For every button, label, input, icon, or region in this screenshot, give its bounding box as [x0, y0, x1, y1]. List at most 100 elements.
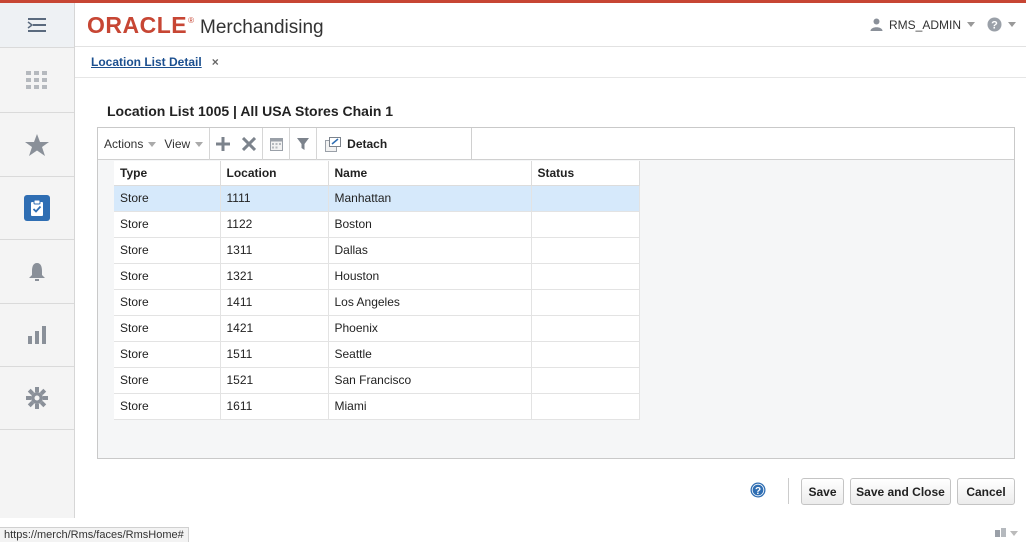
menu-icon — [27, 18, 46, 32]
table-row[interactable]: Store 1421 Phoenix — [114, 315, 640, 342]
rail-reports-button[interactable] — [0, 304, 74, 367]
cell-type[interactable]: Store — [114, 341, 221, 368]
cell-location[interactable]: 1521 — [220, 367, 329, 394]
cell-location[interactable]: 1411 — [220, 289, 329, 316]
browser-status-bar: https://merch/Rms/faces/RmsHome# — [0, 527, 1026, 542]
user-menu[interactable]: RMS_ADMIN — [889, 18, 961, 32]
cell-status[interactable] — [531, 289, 640, 316]
clipboard-check-icon — [31, 199, 43, 216]
table-row[interactable]: Store 1321 Houston — [114, 263, 640, 290]
cell-location[interactable]: 1511 — [220, 341, 329, 368]
cell-type[interactable]: Store — [114, 237, 221, 264]
status-caret-icon[interactable] — [1010, 531, 1018, 536]
cell-name[interactable]: Los Angeles — [328, 289, 532, 316]
app-header: ORACLE ® Merchandising RMS_ADMIN ? — [75, 3, 1026, 47]
cell-status[interactable] — [531, 263, 640, 290]
table-row[interactable]: Store 1511 Seattle — [114, 341, 640, 368]
cell-name[interactable]: Miami — [328, 393, 532, 420]
oracle-logo: ORACLE ® Merchandising — [87, 12, 324, 39]
cell-type[interactable]: Store — [114, 367, 221, 394]
column-header-location[interactable]: Location — [220, 161, 329, 186]
page-title: Location List 1005 | All USA Stores Chai… — [107, 103, 394, 119]
actions-menu-label[interactable]: Actions — [104, 137, 143, 151]
tab-location-list-detail[interactable]: Location List Detail × — [85, 52, 225, 76]
table-panel: Actions View Detach Type Location Name S… — [97, 127, 1015, 459]
cell-name[interactable]: Boston — [328, 211, 532, 238]
bar-chart-icon — [28, 326, 46, 344]
cell-status[interactable] — [531, 315, 640, 342]
cell-status[interactable] — [531, 393, 640, 420]
cell-status[interactable] — [531, 237, 640, 264]
delete-x-icon — [242, 137, 257, 151]
table-row[interactable]: Store 1521 San Francisco — [114, 367, 640, 394]
add-row-button[interactable] — [210, 128, 236, 160]
delete-row-button[interactable] — [236, 128, 262, 160]
table-header-row: Type Location Name Status — [114, 161, 640, 186]
save-button[interactable]: Save — [801, 478, 844, 505]
cell-name[interactable]: Seattle — [328, 341, 532, 368]
help-menu-icon[interactable]: ? — [987, 17, 1002, 32]
detach-icon — [325, 136, 342, 152]
cell-status[interactable] — [531, 211, 640, 238]
detach-label[interactable]: Detach — [347, 137, 387, 151]
table-row[interactable]: Store 1122 Boston — [114, 211, 640, 238]
cell-location[interactable]: 1311 — [220, 237, 329, 264]
cell-status[interactable] — [531, 367, 640, 394]
cell-type[interactable]: Store — [114, 185, 221, 212]
save-and-close-button[interactable]: Save and Close — [850, 478, 951, 505]
rail-tasks-button[interactable] — [0, 48, 74, 113]
user-menu-caret-icon[interactable] — [967, 22, 975, 27]
brand-name: ORACLE — [87, 12, 188, 38]
cell-location[interactable]: 1421 — [220, 315, 329, 342]
cell-type[interactable]: Store — [114, 263, 221, 290]
actions-menu[interactable]: Actions — [98, 128, 162, 160]
cell-location[interactable]: 1611 — [220, 393, 329, 420]
rail-menu-button[interactable] — [0, 3, 74, 48]
help-menu-caret-icon[interactable] — [1008, 22, 1016, 27]
rail-favorites-button[interactable] — [0, 113, 74, 177]
cell-status[interactable] — [531, 185, 640, 212]
column-header-type[interactable]: Type — [114, 161, 221, 186]
cell-name[interactable]: Dallas — [328, 237, 532, 264]
view-menu-label[interactable]: View — [164, 137, 190, 151]
rail-notifications-button[interactable] — [0, 240, 74, 304]
calendar-button[interactable] — [263, 128, 289, 160]
cell-location[interactable]: 1111 — [220, 185, 329, 212]
status-url: https://merch/Rms/faces/RmsHome# — [0, 527, 189, 542]
cell-status[interactable] — [531, 341, 640, 368]
bell-icon — [29, 262, 45, 281]
calendar-icon — [269, 138, 283, 151]
filter-button[interactable] — [290, 128, 316, 160]
column-header-status[interactable]: Status — [531, 161, 640, 186]
registered-mark: ® — [188, 16, 195, 25]
rail-settings-button[interactable] — [0, 367, 74, 430]
location-table: Type Location Name Status Store 1111 Manha… — [114, 161, 640, 420]
tab-label[interactable]: Location List Detail — [91, 55, 202, 69]
cell-type[interactable]: Store — [114, 315, 221, 342]
view-menu[interactable]: View — [162, 128, 209, 160]
cell-location[interactable]: 1122 — [220, 211, 329, 238]
cell-name[interactable]: Houston — [328, 263, 532, 290]
view-caret-icon — [195, 141, 204, 147]
toolbar-group: Actions View Detach — [98, 128, 472, 160]
rail-active-button[interactable] — [0, 177, 74, 240]
cancel-button[interactable]: Cancel — [957, 478, 1015, 505]
cell-name[interactable]: San Francisco — [328, 367, 532, 394]
cell-type[interactable]: Store — [114, 211, 221, 238]
table-row[interactable]: Store 1611 Miami — [114, 393, 640, 420]
cell-type[interactable]: Store — [114, 393, 221, 420]
tab-divider — [75, 77, 1026, 78]
cell-type[interactable]: Store — [114, 289, 221, 316]
table-row[interactable]: Store 1411 Los Angeles — [114, 289, 640, 316]
table-row[interactable]: Store 1111 Manhattan — [114, 185, 640, 212]
cell-name[interactable]: Phoenix — [328, 315, 532, 342]
tab-close-icon[interactable]: × — [212, 55, 219, 69]
svg-text:?: ? — [991, 20, 998, 32]
help-icon[interactable]: ? — [750, 482, 766, 498]
column-header-name[interactable]: Name — [328, 161, 532, 186]
detach-button[interactable]: Detach — [317, 128, 397, 160]
cell-name[interactable]: Manhattan — [328, 185, 532, 212]
cell-location[interactable]: 1321 — [220, 263, 329, 290]
table-row[interactable]: Store 1311 Dallas — [114, 237, 640, 264]
user-icon — [870, 18, 883, 31]
